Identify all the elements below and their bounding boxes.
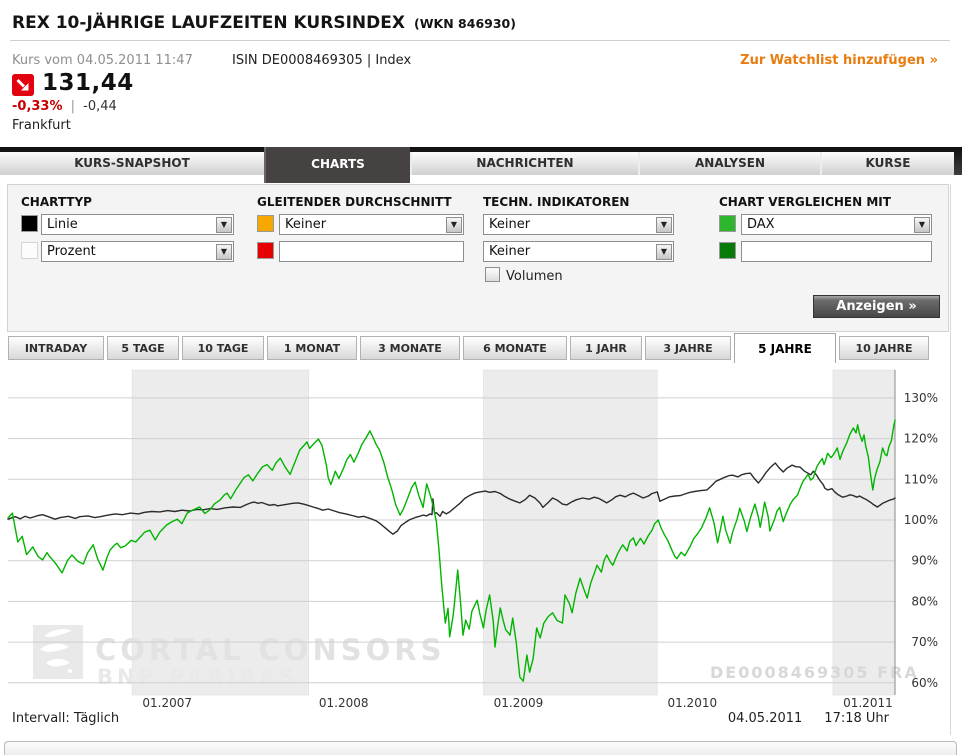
period-tab-5-jahre[interactable]: 5 JAHRE (734, 333, 836, 363)
charttyp-color-swatch (21, 215, 38, 232)
ma1-color-swatch (257, 215, 274, 232)
svg-text:CORTAL CONSORS: CORTAL CONSORS (95, 633, 445, 667)
last-price: 131,44 (42, 70, 134, 96)
compare2-input[interactable] (741, 241, 932, 262)
tab-nachrichten[interactable]: NACHRICHTEN (410, 152, 638, 175)
y-tick-label: 110% (904, 472, 938, 486)
chart-time: 17:18 Uhr (824, 711, 889, 726)
prozent-color-swatch (21, 242, 38, 259)
x-tick-label: 01.2009 (494, 696, 544, 710)
instrument-name: REX 10-JÄHRIGE LAUFZEITEN KURSINDEX (12, 13, 405, 33)
volumen-label: Volumen (506, 269, 563, 284)
compare1-select[interactable]: DAX ▼ (741, 214, 932, 235)
price-chart: CORTAL CONSORS BNP PARIBAS DE0008469305 FR… (0, 368, 962, 713)
dropdown-arrow-icon: ▼ (216, 216, 232, 233)
dropdown-arrow-icon: ▼ (656, 243, 672, 260)
dropdown-arrow-icon: ▼ (914, 216, 930, 233)
y-tick-label: 90% (911, 554, 938, 568)
vergleich-label: CHART VERGLEICHEN MIT (719, 195, 891, 209)
dropdown-arrow-icon: ▼ (656, 216, 672, 233)
tab-analysen[interactable]: ANALYSEN (638, 152, 820, 175)
change-percent: -0,33% (12, 99, 63, 114)
page-title: REX 10-JÄHRIGE LAUFZEITEN KURSINDEX (WKN… (12, 13, 516, 33)
interval-label: Intervall: Täglich (12, 711, 120, 726)
quote-timestamp: Kurs vom 04.05.2011 11:47 (12, 53, 193, 68)
charttyp-label: CHARTTYP (21, 195, 92, 209)
period-tab-3-monate[interactable]: 3 MONATE (360, 336, 460, 360)
svg-text:DE0008469305 FRA: DE0008469305 FRA (710, 663, 919, 682)
anzeigen-button[interactable]: Anzeigen » (813, 295, 940, 318)
exchange-name: Frankfurt (12, 118, 71, 133)
ma1-select[interactable]: Keiner ▼ (279, 214, 464, 235)
next-section-top (4, 741, 957, 755)
year-band (483, 369, 658, 696)
watermark: CORTAL CONSORSBNP PARIBAS DE0008469305 FR… (33, 625, 919, 689)
y-tick-label: 100% (904, 513, 938, 527)
y-tick-label: 80% (911, 594, 938, 608)
x-tick-label: 01.2007 (142, 696, 192, 710)
change-absolute: -0,44 (83, 99, 117, 114)
chart-timestamp: 04.05.2011 17:18 Uhr (728, 711, 889, 726)
period-tab-bar: INTRADAY 5 TAGE 10 TAGE 1 MONAT 3 MONATE… (8, 333, 932, 366)
gleitender-label: GLEITENDER DURCHSCHNITT (257, 195, 452, 209)
add-to-watchlist-link[interactable]: Zur Watchlist hinzufügen » (740, 53, 938, 68)
price-down-arrow-icon (12, 74, 34, 96)
indicator1-select[interactable]: Keiner ▼ (483, 214, 674, 235)
period-tab-10-jahre[interactable]: 10 JAHRE (839, 336, 929, 360)
period-tab-10-tage[interactable]: 10 TAGE (182, 336, 264, 360)
separator: | (70, 99, 76, 114)
period-tab-5-tage[interactable]: 5 TAGE (107, 336, 179, 360)
year-band (832, 369, 896, 696)
chart-date: 04.05.2011 (727, 711, 803, 726)
period-tab-1-jahr[interactable]: 1 JAHR (570, 336, 642, 360)
price-change-row: -0,33% | -0,44 (12, 99, 117, 114)
header-divider (10, 40, 950, 41)
svg-text:BNP PARIBAS: BNP PARIBAS (97, 665, 298, 689)
dropdown-arrow-icon: ▼ (446, 216, 462, 233)
tab-charts[interactable]: CHARTS (264, 147, 410, 183)
tab-kurse[interactable]: KURSE (820, 152, 954, 175)
x-axis-labels: 01.2007 01.2008 01.2009 01.2010 01.2011 (142, 696, 892, 710)
indicator2-select[interactable]: Keiner ▼ (483, 241, 674, 262)
chart-options-panel: CHARTTYP GLEITENDER DURCHSCHNITT TECHN. … (7, 184, 949, 332)
dropdown-arrow-icon: ▼ (216, 243, 232, 260)
period-tab-intraday[interactable]: INTRADAY (8, 336, 104, 360)
x-tick-label: 01.2010 (667, 696, 717, 710)
instrument-wkn: (WKN 846930) (414, 16, 516, 31)
indikatoren-label: TECHN. INDIKATOREN (483, 195, 630, 209)
y-tick-label: 60% (911, 676, 938, 690)
compare2-color-swatch (719, 242, 736, 259)
x-tick-label: 01.2008 (319, 696, 369, 710)
period-tab-3-jahre[interactable]: 3 JAHRE (645, 336, 731, 360)
period-tab-6-monate[interactable]: 6 MONATE (463, 336, 567, 360)
y-tick-label: 70% (911, 635, 938, 649)
main-tab-bar: KURS-SNAPSHOT CHARTS NACHRICHTEN ANALYSE… (0, 147, 962, 183)
ma2-color-swatch (257, 242, 274, 259)
content-right-border (950, 184, 951, 735)
volumen-checkbox[interactable] (485, 267, 500, 282)
ma2-input[interactable] (279, 241, 464, 262)
chart-canvas: CORTAL CONSORSBNP PARIBAS DE0008469305 FR… (7, 369, 938, 710)
period-tab-1-monat[interactable]: 1 MONAT (267, 336, 357, 360)
y-tick-label: 120% (904, 432, 938, 446)
compare1-color-swatch (719, 215, 736, 232)
isin-line: ISIN DE0008469305 | Index (232, 53, 412, 68)
volumen-row: Volumen (485, 267, 563, 284)
scale-select[interactable]: Prozent ▼ (41, 241, 234, 262)
tab-kurs-snapshot[interactable]: KURS-SNAPSHOT (0, 152, 264, 175)
x-tick-label: 01.2011 (843, 696, 893, 710)
y-tick-label: 130% (904, 391, 938, 405)
charttyp-select[interactable]: Linie ▼ (41, 214, 234, 235)
